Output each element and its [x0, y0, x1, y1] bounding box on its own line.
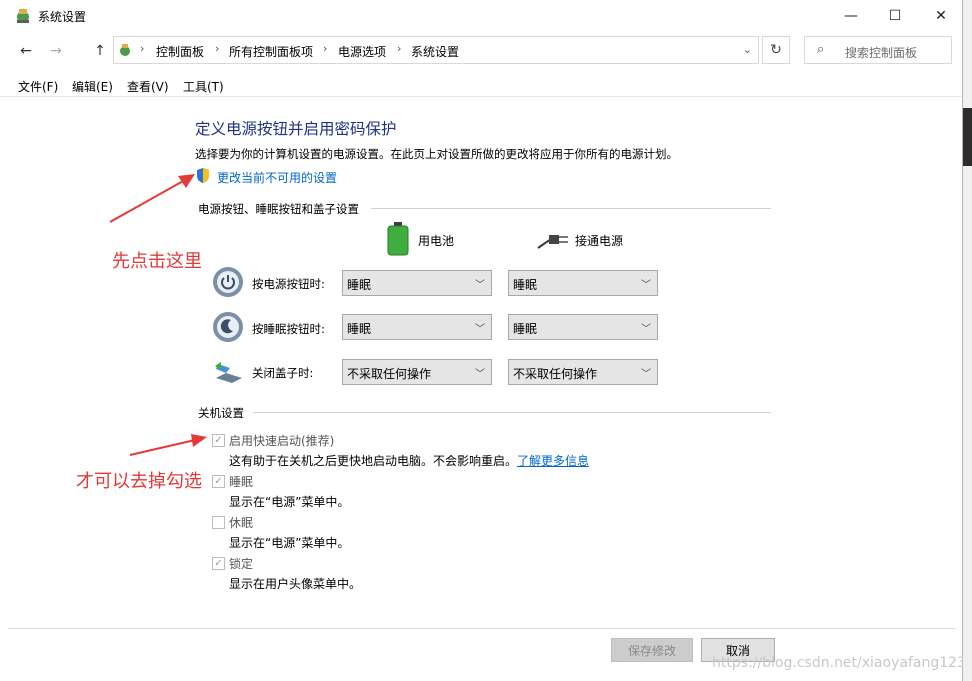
annotation-click-here-first: 先点击这里 [112, 251, 202, 272]
annotation-arrows [109, 174, 207, 456]
watermark-text: https://blog.csdn.net/xiaoyafang123 [712, 655, 966, 671]
background-window-edge [963, 0, 972, 681]
annotation-arrow [129, 434, 207, 456]
background-window-edge-dark [963, 108, 972, 166]
system-settings-window: 系统设置 — ☐ ✕ ← → ↑ › 控制面板 › 所有控制面板项 › 电源选项… [0, 0, 966, 681]
annotation-then-uncheck: 才可以去掉勾选 [76, 471, 202, 492]
annotation-arrow [109, 174, 195, 223]
